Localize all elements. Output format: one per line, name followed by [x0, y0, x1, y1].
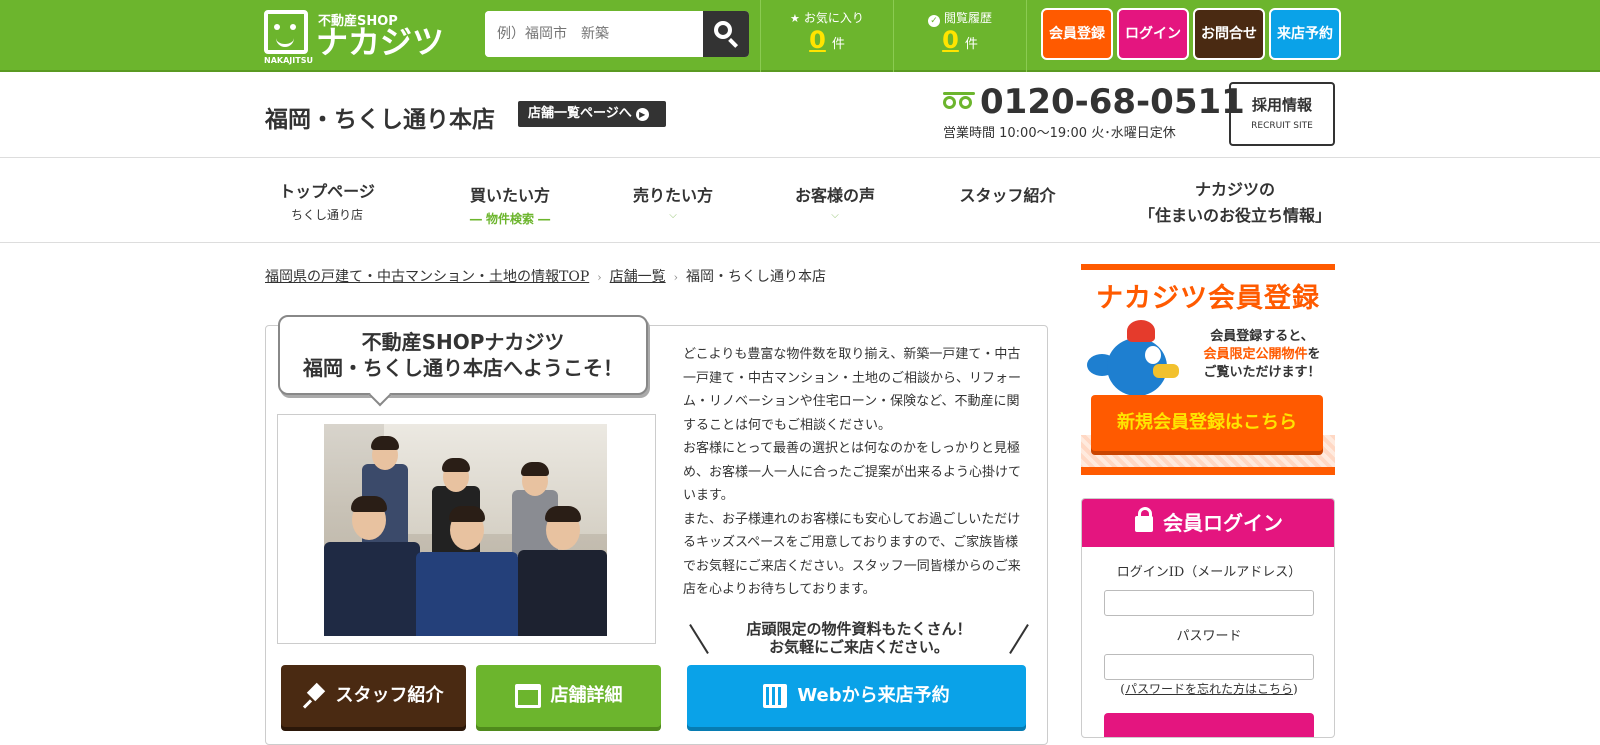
calendar-icon — [763, 684, 788, 708]
lock-icon — [1135, 507, 1153, 532]
search-button[interactable] — [703, 11, 749, 57]
pin-icon — [304, 685, 326, 707]
staff-intro-button[interactable]: スタッフ紹介 — [281, 665, 466, 727]
register-button[interactable]: 会員登録 — [1041, 8, 1113, 60]
nav-top-page[interactable]: トップページ ちくし通り店 — [272, 178, 382, 223]
shop-detail-button[interactable]: 店舗詳細 — [476, 665, 661, 727]
arrow-right-icon: ▶ — [635, 108, 649, 121]
business-hours: 営業時間 10:00～19:00 火･水曜日定休 — [943, 126, 1176, 141]
web-visit-reservation-button[interactable]: Webから来店予約 — [687, 665, 1026, 727]
chevron-down-icon: ⌵ — [669, 210, 677, 221]
member-register-banner[interactable]: ナカジツ会員登録 会員登録すると、 会員限定公開物件を ご覧いただけます！ 新規… — [1081, 264, 1335, 475]
description-paragraph: また、お子様連れのお客様にも安心してお過ごしいただけるキッズスペースをご用意して… — [683, 511, 1021, 598]
new-member-register-button[interactable]: 新規会員登録はこちら — [1091, 395, 1323, 451]
register-banner-text: 会員登録すると、 会員限定公開物件を ご覧いただけます！ — [1203, 329, 1321, 380]
store-notice: 店頭限定の物件資料もたくさん！ お気軽にご来店ください。 — [690, 620, 1028, 658]
chevron-right-icon: › — [597, 271, 602, 284]
nav-buy[interactable]: 買いたい方 ― 物件検索 ― — [455, 182, 565, 227]
forgot-password: (パスワードを忘れた方はこちら) — [1120, 682, 1298, 696]
login-button[interactable]: ログイン — [1117, 8, 1189, 60]
favorites-unit: 件 — [831, 37, 845, 52]
history-unit: 件 — [964, 37, 978, 52]
global-nav: トップページ ちくし通り店 買いたい方 ― 物件検索 ― 売りたい方 ⌵ お客様… — [0, 158, 1600, 243]
logo-english: NAKAJITSU — [264, 56, 313, 65]
history-label: 閲覧履歴 — [943, 11, 992, 25]
recruit-title: 採用情報 — [1251, 96, 1312, 114]
recruit-button[interactable]: 採用情報 RECRUIT SITE — [1229, 82, 1335, 146]
nav-customer-voice[interactable]: お客様の声 ⌵ — [780, 182, 890, 221]
search-box — [485, 11, 749, 57]
chevron-down-icon: ⌵ — [831, 210, 839, 221]
staff-photo — [324, 424, 607, 636]
shop-header: 福岡・ちくし通り本店 店舗一覧ページへ ▶ 0120-68-0511 営業時間 1… — [0, 72, 1600, 158]
shop-description: どこよりも豊富な物件数を取り揃え、新築一戸建て・中古一戸建て・中古マンション・土… — [683, 343, 1031, 602]
description-paragraph: お客様にとって最善の選択とは何なのかをしっかりと見極め、お客様一人一人に合ったご… — [683, 441, 1022, 503]
recruit-subtitle: RECRUIT SITE — [1251, 121, 1313, 131]
chevron-right-icon: › — [673, 271, 679, 284]
visit-reservation-button[interactable]: 来店予約 — [1269, 8, 1341, 60]
breadcrumb-link-shops[interactable]: 店舗一覧 — [610, 269, 666, 285]
store-icon — [514, 684, 541, 708]
forgot-password-link[interactable]: パスワードを忘れた方はこちら — [1125, 682, 1293, 696]
divider — [1026, 0, 1027, 72]
notice-line1: 店頭限定の物件資料もたくさん！ — [746, 620, 972, 638]
register-banner-title: ナカジツ会員登録 — [1096, 283, 1320, 314]
welcome-line2: 福岡・ちくし通り本店へようこそ！ — [303, 356, 623, 380]
history-counter[interactable]: ✓ 閲覧履歴 0件 — [893, 0, 1026, 72]
phone-number[interactable]: 0120-68-0511 — [980, 82, 1245, 122]
shop-list-label: 店舗一覧ページへ — [528, 106, 632, 121]
favorites-label: お気に入り — [803, 11, 864, 25]
breadcrumb: 福岡県の戸建て・中古マンション・土地の情報TOP › 店舗一覧 › 福岡・ちくし通り本店 — [265, 266, 826, 286]
freedial-icon — [943, 92, 977, 112]
welcome-bubble: 不動産SHOPナカジツ 福岡・ちくし通り本店へようこそ！ — [278, 315, 648, 395]
favorites-count: 0 — [809, 26, 826, 54]
contact-button[interactable]: お問合せ — [1193, 8, 1265, 60]
logo-title: ナカジツ — [316, 23, 445, 61]
site-logo[interactable]: 不動産SHOP ナカジツ NAKAJITSU — [264, 8, 444, 65]
mascot-bird-icon — [1087, 320, 1183, 396]
login-id-label: ログインID（メールアドレス） — [1116, 565, 1302, 580]
nav-sell[interactable]: 売りたい方 ⌵ — [618, 182, 728, 221]
login-id-field[interactable] — [1104, 590, 1314, 616]
login-header: 会員ログイン — [1082, 499, 1334, 547]
favorites-counter[interactable]: ★ お気に入り 0件 — [760, 0, 893, 72]
top-header: 不動産SHOP ナカジツ NAKAJITSU ★お気に入り 0件 ✓閲覧履歴 0… — [0, 0, 1600, 72]
description-paragraph: どこよりも豊富な物件数を取り揃え、新築一戸建て・中古一戸建て・中古マンション・土… — [683, 347, 1022, 433]
login-submit-button[interactable] — [1104, 713, 1314, 737]
search-input[interactable] — [485, 11, 703, 57]
member-login-box: 会員ログイン ログインID（メールアドレス） パスワード (パスワードを忘れた方… — [1081, 498, 1335, 738]
nav-living-info[interactable]: ナカジツの 「住まいのお役立ち情報」 — [1125, 176, 1345, 226]
logo-face-icon — [264, 10, 308, 54]
password-label: パスワード — [1176, 629, 1242, 644]
shop-list-button[interactable]: 店舗一覧ページへ ▶ — [518, 101, 666, 127]
notice-line2: お気軽にご来店ください。 — [769, 638, 949, 656]
breadcrumb-current: 福岡・ちくし通り本店 — [686, 269, 827, 285]
breadcrumb-link-top[interactable]: 福岡県の戸建て・中古マンション・土地の情報TOP — [265, 269, 589, 285]
nav-staff[interactable]: スタッフ紹介 — [945, 182, 1070, 206]
history-count: 0 — [942, 26, 959, 54]
search-icon — [714, 21, 732, 39]
welcome-line1: 不動産SHOPナカジツ — [361, 330, 565, 354]
password-field[interactable] — [1104, 654, 1314, 680]
star-icon: ★ — [790, 12, 800, 25]
shop-name: 福岡・ちくし通り本店 — [265, 107, 495, 133]
